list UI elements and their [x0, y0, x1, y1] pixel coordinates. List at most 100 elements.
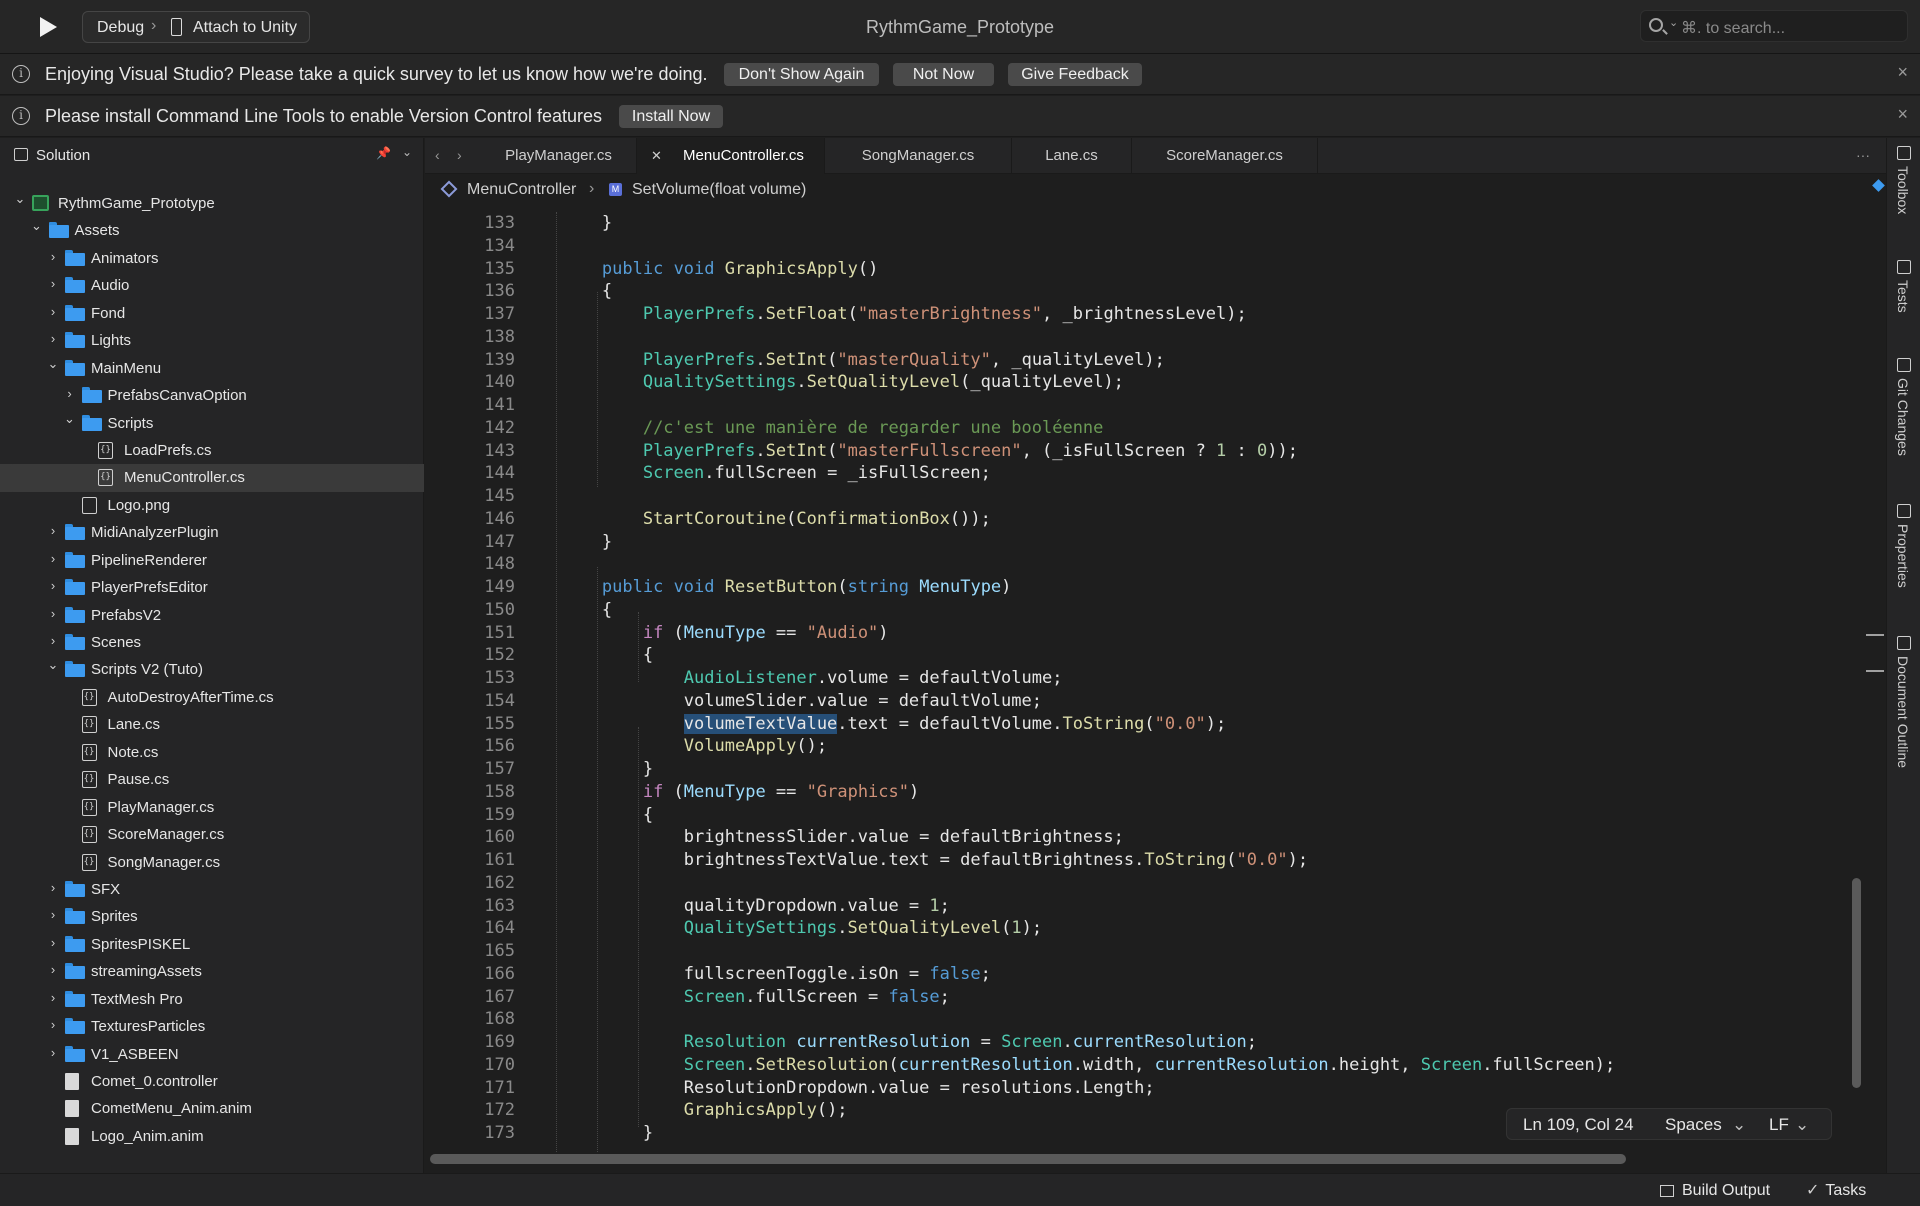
code-line[interactable]: QualitySettings.SetQualityLevel(_quality…: [520, 371, 1124, 394]
more-icon[interactable]: ···: [1856, 147, 1870, 163]
code-line[interactable]: public void GraphicsApply(): [520, 258, 878, 281]
tree-item[interactable]: › Audio: [0, 272, 424, 299]
tree-item[interactable]: › Scenes: [0, 629, 424, 656]
tree-item[interactable]: › PrefabsV2: [0, 602, 424, 629]
chevron-down-icon[interactable]: ⌄: [47, 658, 59, 672]
code-line[interactable]: }: [520, 758, 653, 781]
line-ending[interactable]: LF: [1769, 1115, 1789, 1135]
code-line[interactable]: GraphicsApply();: [520, 1099, 848, 1122]
code-line[interactable]: public void ResetButton(string MenuType): [520, 576, 1012, 599]
tab-lane[interactable]: Lane.cs: [1012, 138, 1132, 174]
tree-item[interactable]: CometMenu_Anim.anim: [0, 1095, 424, 1122]
chevron-down-icon[interactable]: ⌄: [402, 145, 412, 159]
code-line[interactable]: fullscreenToggle.isOn = false;: [520, 963, 991, 986]
tree-item[interactable]: › Fond: [0, 300, 424, 327]
chevron-right-icon[interactable]: ›: [47, 990, 59, 1005]
tree-item[interactable]: {} AutoDestroyAfterTime.cs: [0, 684, 424, 711]
close-icon[interactable]: ✕: [651, 138, 662, 174]
tree-item[interactable]: {} PlayManager.cs: [0, 794, 424, 821]
breadcrumb-method[interactable]: SetVolume(float volume): [632, 181, 806, 199]
code-line[interactable]: PlayerPrefs.SetFloat("masterBrightness",…: [520, 303, 1247, 326]
tree-item[interactable]: › SFX: [0, 876, 424, 903]
nav-back-icon[interactable]: ‹: [435, 147, 440, 163]
tree-item[interactable]: Comet_0.controller: [0, 1068, 424, 1095]
code-line[interactable]: brightnessSlider.value = defaultBrightne…: [520, 826, 1124, 849]
code-line[interactable]: PlayerPrefs.SetInt("masterFullscreen", (…: [520, 440, 1298, 463]
code-line[interactable]: }: [520, 212, 612, 235]
code-line[interactable]: //c'est une manière de regarder une bool…: [520, 417, 1104, 440]
code-line[interactable]: Screen.fullScreen = false;: [520, 986, 950, 1009]
tree-item[interactable]: ⌄ MainMenu: [0, 355, 424, 382]
install-now-button[interactable]: Install Now: [619, 105, 723, 128]
chevron-right-icon[interactable]: ›: [47, 963, 59, 977]
chevron-right-icon[interactable]: ›: [47, 1018, 59, 1032]
not-now-button[interactable]: Not Now: [893, 63, 994, 86]
tree-item[interactable]: › TextMesh Pro: [0, 986, 424, 1013]
code-line[interactable]: {: [520, 280, 612, 303]
tree-item[interactable]: {} Note.cs: [0, 739, 424, 766]
tree-item[interactable]: › V1_ASBEEN: [0, 1041, 424, 1068]
tree-item[interactable]: {} ScoreManager.cs: [0, 821, 424, 848]
tree-item[interactable]: {} Pause.cs: [0, 766, 424, 793]
code-line[interactable]: Screen.SetResolution(currentResolution.w…: [520, 1054, 1615, 1077]
tree-item[interactable]: › Lights: [0, 327, 424, 354]
tab-menucontroller[interactable]: ✕ MenuController.cs: [637, 138, 825, 174]
code-line[interactable]: StartCoroutine(ConfirmationBox());: [520, 508, 991, 531]
tree-item[interactable]: {} Lane.cs: [0, 711, 424, 738]
close-icon[interactable]: ×: [1897, 104, 1908, 125]
chevron-right-icon[interactable]: ›: [47, 304, 59, 319]
nav-forward-icon[interactable]: ›: [457, 147, 462, 163]
chevron-right-icon[interactable]: ›: [47, 551, 59, 566]
chevron-right-icon[interactable]: ›: [47, 1045, 59, 1060]
tree-item[interactable]: {} LoadPrefs.cs: [0, 437, 424, 464]
chevron-right-icon[interactable]: ›: [47, 277, 59, 291]
tree-item[interactable]: Logo_Anim.anim: [0, 1123, 424, 1150]
code-line[interactable]: Resolution currentResolution = Screen.cu…: [520, 1031, 1257, 1054]
tree-item[interactable]: {} SongManager.cs: [0, 849, 424, 876]
chevron-right-icon[interactable]: ›: [47, 908, 59, 922]
build-output-button[interactable]: Build Output: [1660, 1174, 1770, 1206]
chevron-right-icon[interactable]: ›: [47, 579, 59, 593]
code-line[interactable]: volumeSlider.value = defaultVolume;: [520, 690, 1042, 713]
horizontal-scrollbar[interactable]: [430, 1154, 1626, 1164]
chevron-right-icon[interactable]: ›: [47, 880, 59, 895]
breadcrumb-class[interactable]: MenuController: [467, 181, 576, 199]
indent-mode[interactable]: Spaces: [1665, 1115, 1722, 1135]
tab-songmanager[interactable]: SongManager.cs: [825, 138, 1012, 174]
dont-show-again-button[interactable]: Don't Show Again: [724, 63, 879, 86]
code-line[interactable]: Screen.fullScreen = _isFullScreen;: [520, 462, 991, 485]
chevron-down-icon[interactable]: ⌄: [31, 219, 43, 233]
tree-item[interactable]: › PlayerPrefsEditor: [0, 574, 424, 601]
cursor-position[interactable]: Ln 109, Col 24: [1523, 1115, 1634, 1135]
code-line[interactable]: }: [520, 531, 612, 554]
code-line[interactable]: brightnessTextValue.text = defaultBright…: [520, 849, 1308, 872]
tree-item[interactable]: Logo.png: [0, 492, 424, 519]
code-line[interactable]: AudioListener.volume = defaultVolume;: [520, 667, 1063, 690]
code-line[interactable]: {: [520, 804, 653, 827]
chevron-right-icon[interactable]: ›: [47, 935, 59, 950]
give-feedback-button[interactable]: Give Feedback: [1008, 63, 1142, 86]
tab-playmanager[interactable]: PlayManager.cs: [481, 138, 637, 174]
code-area[interactable]: 133 } 134 135 public void GraphicsApply() 1…: [425, 212, 1886, 1152]
code-line[interactable]: PlayerPrefs.SetInt("masterQuality", _qua…: [520, 349, 1165, 372]
tree-item[interactable]: ⌄ Scripts: [0, 410, 424, 437]
code-line[interactable]: volumeTextValue.text = defaultVolume.ToS…: [520, 713, 1226, 736]
tasks-button[interactable]: ✓ Tasks: [1806, 1174, 1866, 1206]
chevron-down-icon[interactable]: ⌄: [47, 356, 59, 371]
chevron-right-icon[interactable]: ›: [64, 387, 76, 401]
code-line[interactable]: QualitySettings.SetQualityLevel(1);: [520, 917, 1042, 940]
code-line[interactable]: }: [520, 1122, 653, 1145]
chevron-right-icon[interactable]: ›: [47, 634, 59, 648]
tree-item[interactable]: ⌄ Assets: [0, 217, 424, 244]
chevron-right-icon[interactable]: ›: [47, 524, 59, 538]
tree-item[interactable]: ⌄ RythmGame_Prototype: [0, 190, 424, 217]
chevron-right-icon[interactable]: ›: [47, 332, 59, 346]
code-line[interactable]: {: [520, 644, 653, 667]
code-line[interactable]: VolumeApply();: [520, 735, 827, 758]
code-line[interactable]: if (MenuType == "Graphics"): [520, 781, 919, 804]
tree-item[interactable]: › MidiAnalyzerPlugin: [0, 519, 424, 546]
tree-item[interactable]: › Sprites: [0, 903, 424, 930]
code-line[interactable]: if (MenuType == "Audio"): [520, 622, 889, 645]
code-line[interactable]: ResolutionDropdown.value = resolutions.L…: [520, 1077, 1155, 1100]
tree-item[interactable]: › TexturesParticles: [0, 1013, 424, 1040]
